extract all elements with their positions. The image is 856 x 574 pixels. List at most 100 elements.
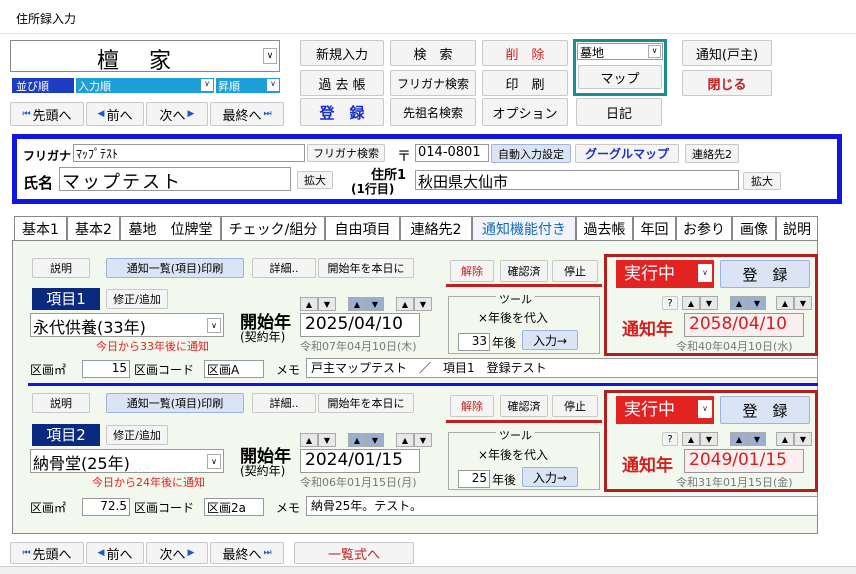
tab-free-items[interactable]: 自由項目 (325, 216, 400, 240)
item2-notify-date-field[interactable]: 2049/01/15 (684, 449, 804, 473)
tab-cemetery[interactable]: 墓地 位牌堂 (120, 216, 221, 240)
item2-notify-down3-icon[interactable]: ▼ (794, 432, 812, 446)
item2-list-print-button[interactable]: 通知一覧(項目)印刷 (106, 393, 244, 413)
item1-start-down1-icon[interactable]: ▼ (318, 297, 336, 311)
item1-notify-up3-icon[interactable]: ▲ (776, 296, 794, 310)
print-button[interactable]: 印 刷 (482, 70, 568, 96)
item1-input-button[interactable]: 入力→ (522, 330, 578, 350)
item1-cancel-button[interactable]: 解除 (450, 260, 494, 282)
item2-explain-button[interactable]: 説明 (32, 393, 90, 413)
nav-last-button[interactable]: 最終へ ⏭ (210, 102, 284, 126)
tab-anniversary[interactable]: 年回 (633, 216, 676, 240)
item1-start-up3-icon[interactable]: ▲ (396, 297, 414, 311)
address-field[interactable]: 秋田県大仙市 (415, 170, 739, 191)
item2-cancel-button[interactable]: 解除 (450, 395, 494, 417)
furigana-search-button[interactable]: フリガナ検索 (390, 70, 476, 96)
nav-next-button[interactable]: 次へ ▶ (146, 102, 208, 126)
item2-input-button[interactable]: 入力→ (522, 467, 578, 487)
tab-images[interactable]: 画像 (732, 216, 776, 240)
item2-start-down2-icon[interactable]: ▼ (366, 433, 384, 447)
item2-notify-up1-icon[interactable]: ▲ (682, 432, 700, 446)
name-field[interactable]: マップテスト (59, 167, 291, 193)
close-button[interactable]: 閉じる (682, 70, 772, 96)
tab-notify[interactable]: 通知機能付き (472, 216, 576, 240)
item1-start-up1-icon[interactable]: ▲ (300, 297, 318, 311)
item2-start-up1-icon[interactable]: ▲ (300, 433, 318, 447)
tab-basic1[interactable]: 基本1 (14, 216, 67, 240)
item2-service-select[interactable]: 納骨堂(25年) ∨ (30, 449, 224, 473)
nav-prev-button[interactable]: ◀ 前へ (86, 102, 144, 126)
item2-start-today-button[interactable]: 開始年を本日に (318, 393, 414, 413)
tab-visits[interactable]: お参り (676, 216, 732, 240)
item1-notify-down2-icon[interactable]: ▼ (748, 296, 766, 310)
item1-notify-up1-icon[interactable]: ▲ (682, 296, 700, 310)
item1-edit-add-button[interactable]: 修正/追加 (106, 289, 168, 309)
item2-plot-field[interactable]: 72.5 (82, 498, 130, 516)
auto-input-settings-button[interactable]: 自動入力設定 (491, 144, 571, 163)
item1-question-icon[interactable]: ? (662, 296, 678, 310)
sort-order-select[interactable]: 昇順 ∨ (216, 78, 280, 93)
tab-help[interactable]: 説明 (776, 216, 818, 240)
item2-memo-field[interactable]: 納骨25年。テスト。 (306, 496, 818, 516)
item1-detail-button[interactable]: 詳細.. (252, 258, 316, 278)
item1-running-select[interactable]: 実行中 ∨ (616, 260, 714, 288)
item1-years-field[interactable]: 33 (458, 333, 490, 351)
item2-notify-down1-icon[interactable]: ▼ (700, 432, 718, 446)
item2-start-down3-icon[interactable]: ▼ (414, 433, 432, 447)
furigana-search-small-button[interactable]: フリガナ検索 (307, 144, 385, 162)
contact2-button[interactable]: 連絡先2 (685, 144, 739, 163)
item2-edit-add-button[interactable]: 修正/追加 (106, 425, 168, 445)
item2-register-button[interactable]: 登 録 (720, 396, 810, 424)
bottom-nav-prev-button[interactable]: ◀ 前へ (86, 542, 144, 564)
item1-list-print-button[interactable]: 通知一覧(項目)印刷 (106, 258, 244, 278)
item2-years-field[interactable]: 25 (458, 470, 490, 488)
item1-notify-down3-icon[interactable]: ▼ (794, 296, 812, 310)
options-button[interactable]: オプション (482, 98, 568, 126)
item2-start-down1-icon[interactable]: ▼ (318, 433, 336, 447)
item1-confirmed-button[interactable]: 確認済 (500, 260, 548, 282)
item2-stop-button[interactable]: 停止 (552, 395, 598, 417)
chevron-down-icon[interactable]: ∨ (263, 48, 277, 64)
bottom-nav-next-button[interactable]: 次へ ▶ (146, 542, 208, 564)
ancestor-search-button[interactable]: 先祖名検索 (390, 98, 476, 126)
list-form-button[interactable]: 一覧式へ (294, 542, 414, 564)
item1-notify-up2-icon[interactable]: ▲ (730, 296, 748, 310)
notify-head-button[interactable]: 通知(戸主) (682, 40, 772, 66)
item1-code-field[interactable]: 区画A (204, 360, 264, 378)
item1-start-down2-icon[interactable]: ▼ (366, 297, 384, 311)
bottom-nav-first-button[interactable]: ⏮ 先頭へ (10, 542, 84, 564)
item1-start-down3-icon[interactable]: ▼ (414, 297, 432, 311)
tab-contact2[interactable]: 連絡先2 (400, 216, 472, 240)
nav-first-button[interactable]: ⏮ 先頭へ (10, 102, 84, 126)
item1-notify-down1-icon[interactable]: ▼ (700, 296, 718, 310)
item1-plot-field[interactable]: 15 (82, 360, 130, 378)
postal-code-field[interactable]: 014-0801 (415, 144, 489, 162)
family-name-combo[interactable]: 檀 家 ∨ (10, 40, 280, 74)
expand-name-button[interactable]: 拡大 (297, 171, 333, 189)
furigana-field[interactable]: ﾏｯﾌﾟﾃｽﾄ (73, 144, 305, 162)
item2-notify-down2-icon[interactable]: ▼ (748, 432, 766, 446)
delete-button[interactable]: 削 除 (482, 40, 568, 66)
item2-question-icon[interactable]: ? (662, 432, 678, 446)
past-register-button[interactable]: 過 去 帳 (300, 70, 384, 96)
item1-start-date-field[interactable]: 2025/04/10 (300, 313, 420, 337)
tab-basic2[interactable]: 基本2 (67, 216, 120, 240)
sort-field-select[interactable]: 入力順 ∨ (76, 78, 214, 93)
new-entry-button[interactable]: 新規入力 (300, 40, 384, 66)
map-button[interactable]: マップ (578, 65, 662, 89)
item2-start-up2-icon[interactable]: ▲ (348, 433, 366, 447)
item2-notify-up3-icon[interactable]: ▲ (776, 432, 794, 446)
item2-notify-up2-icon[interactable]: ▲ (730, 432, 748, 446)
diary-button[interactable]: 日記 (576, 98, 662, 126)
google-map-button[interactable]: グーグルマップ (575, 144, 679, 163)
search-button[interactable]: 検 索 (390, 40, 476, 66)
item2-confirmed-button[interactable]: 確認済 (500, 395, 548, 417)
item2-running-select[interactable]: 実行中 ∨ (616, 396, 714, 424)
item1-explain-button[interactable]: 説明 (32, 258, 90, 278)
cemetery-select[interactable]: 墓地 ∨ (577, 43, 663, 60)
item1-register-button[interactable]: 登 録 (720, 260, 810, 288)
expand-address-button[interactable]: 拡大 (743, 172, 781, 190)
tab-check-group[interactable]: チェック/組分 (221, 216, 325, 240)
bottom-nav-last-button[interactable]: 最終へ ⏭ (210, 542, 284, 564)
item1-start-today-button[interactable]: 開始年を本日に (318, 258, 414, 278)
